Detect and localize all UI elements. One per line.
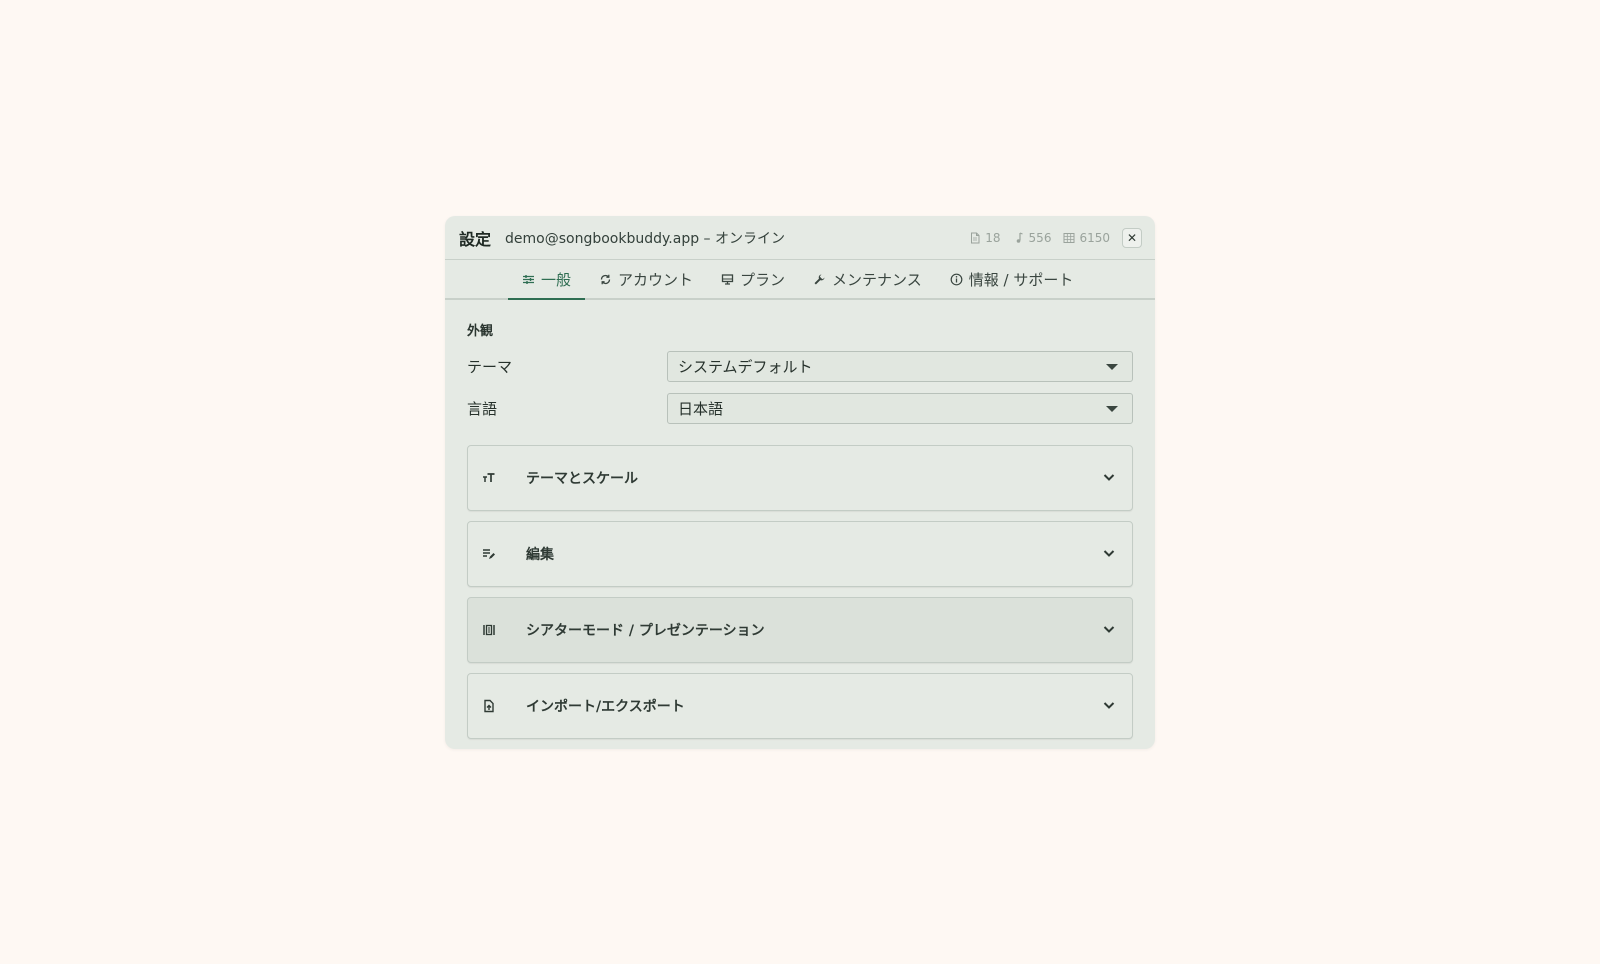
accordion-editing-label: 編集 — [526, 547, 554, 563]
tab-plan-label: プラン — [740, 270, 786, 289]
caret-down-icon — [1106, 364, 1118, 370]
file-import-icon — [482, 698, 498, 714]
stat-songs-value: 556 — [1028, 230, 1052, 245]
tab-general-label: 一般 — [541, 270, 572, 289]
tab-general[interactable]: 一般 — [508, 260, 586, 300]
accordion-theater-mode[interactable]: シアターモード / プレゼンテーション — [467, 597, 1133, 663]
accordion-editing[interactable]: 編集 — [467, 521, 1133, 587]
theme-select-value: システムデフォルト — [678, 358, 813, 376]
text-size-icon — [482, 470, 498, 486]
tab-plan[interactable]: プラン — [707, 260, 799, 298]
close-icon: ✕ — [1126, 230, 1138, 245]
sync-icon — [600, 274, 611, 284]
general-panel: 外観 テーマ システムデフォルト 言語 日本語 テーマとスケール 編集 シアター… — [445, 300, 1155, 739]
chevron-down-icon — [1102, 469, 1116, 488]
theater-icon — [482, 622, 498, 638]
chevron-down-icon — [1102, 545, 1116, 564]
stat-songs: 556 — [1013, 230, 1052, 245]
edit-list-icon — [482, 546, 498, 562]
accordion-theater-mode-label: シアターモード / プレゼンテーション — [526, 623, 765, 639]
wrench-icon — [814, 274, 825, 284]
accordion-import-export-label: インポート/エクスポート — [526, 699, 685, 715]
info-icon — [950, 273, 963, 285]
language-select[interactable]: 日本語 — [667, 393, 1133, 424]
language-label: 言語 — [467, 400, 498, 418]
theme-label: テーマ — [467, 358, 513, 376]
caret-down-icon — [1106, 406, 1118, 412]
close-button[interactable]: ✕ — [1122, 227, 1142, 248]
chevron-down-icon — [1102, 621, 1116, 640]
chevron-down-icon — [1102, 697, 1116, 716]
tab-info-support[interactable]: 情報 / サポート — [936, 260, 1088, 298]
settings-accordion: テーマとスケール 編集 シアターモード / プレゼンテーション インポート/エク… — [467, 445, 1133, 739]
settings-dialog: 設定 demo@songbookbuddy.app – オンライン 18 556… — [445, 216, 1155, 749]
account-status: demo@songbookbuddy.app – オンライン — [505, 230, 785, 247]
appearance-heading: 外観 — [467, 324, 494, 339]
accordion-import-export[interactable]: インポート/エクスポート — [467, 673, 1133, 739]
settings-tabs: 一般 アカウント プラン メンテナンス 情報 / サポート — [445, 260, 1155, 300]
document-icon — [971, 232, 980, 243]
grid-icon — [1063, 232, 1075, 243]
theme-row: テーマ システムデフォルト — [467, 351, 1133, 382]
accordion-theme-scale-label: テーマとスケール — [526, 471, 638, 487]
stat-items: 6150 — [1063, 231, 1110, 245]
tab-info-support-label: 情報 / サポート — [968, 270, 1074, 289]
accordion-theme-scale[interactable]: テーマとスケール — [467, 445, 1133, 511]
sliders-icon — [523, 274, 534, 284]
theme-select[interactable]: システムデフォルト — [667, 351, 1133, 382]
stat-documents-value: 18 — [985, 230, 1001, 245]
language-select-value: 日本語 — [678, 400, 724, 418]
monitor-icon — [721, 273, 734, 285]
dialog-header: 設定 demo@songbookbuddy.app – オンライン 18 556… — [445, 216, 1155, 260]
tab-account[interactable]: アカウント — [585, 260, 707, 298]
dialog-title: 設定 — [459, 229, 492, 249]
stat-items-value: 6150 — [1079, 230, 1110, 245]
tab-maintenance-label: メンテナンス — [832, 270, 922, 289]
stat-documents: 18 — [969, 230, 1001, 245]
language-row: 言語 日本語 — [467, 393, 1133, 424]
music-note-icon — [1016, 231, 1023, 243]
tab-maintenance[interactable]: メンテナンス — [799, 260, 936, 298]
tab-account-label: アカウント — [618, 270, 694, 289]
